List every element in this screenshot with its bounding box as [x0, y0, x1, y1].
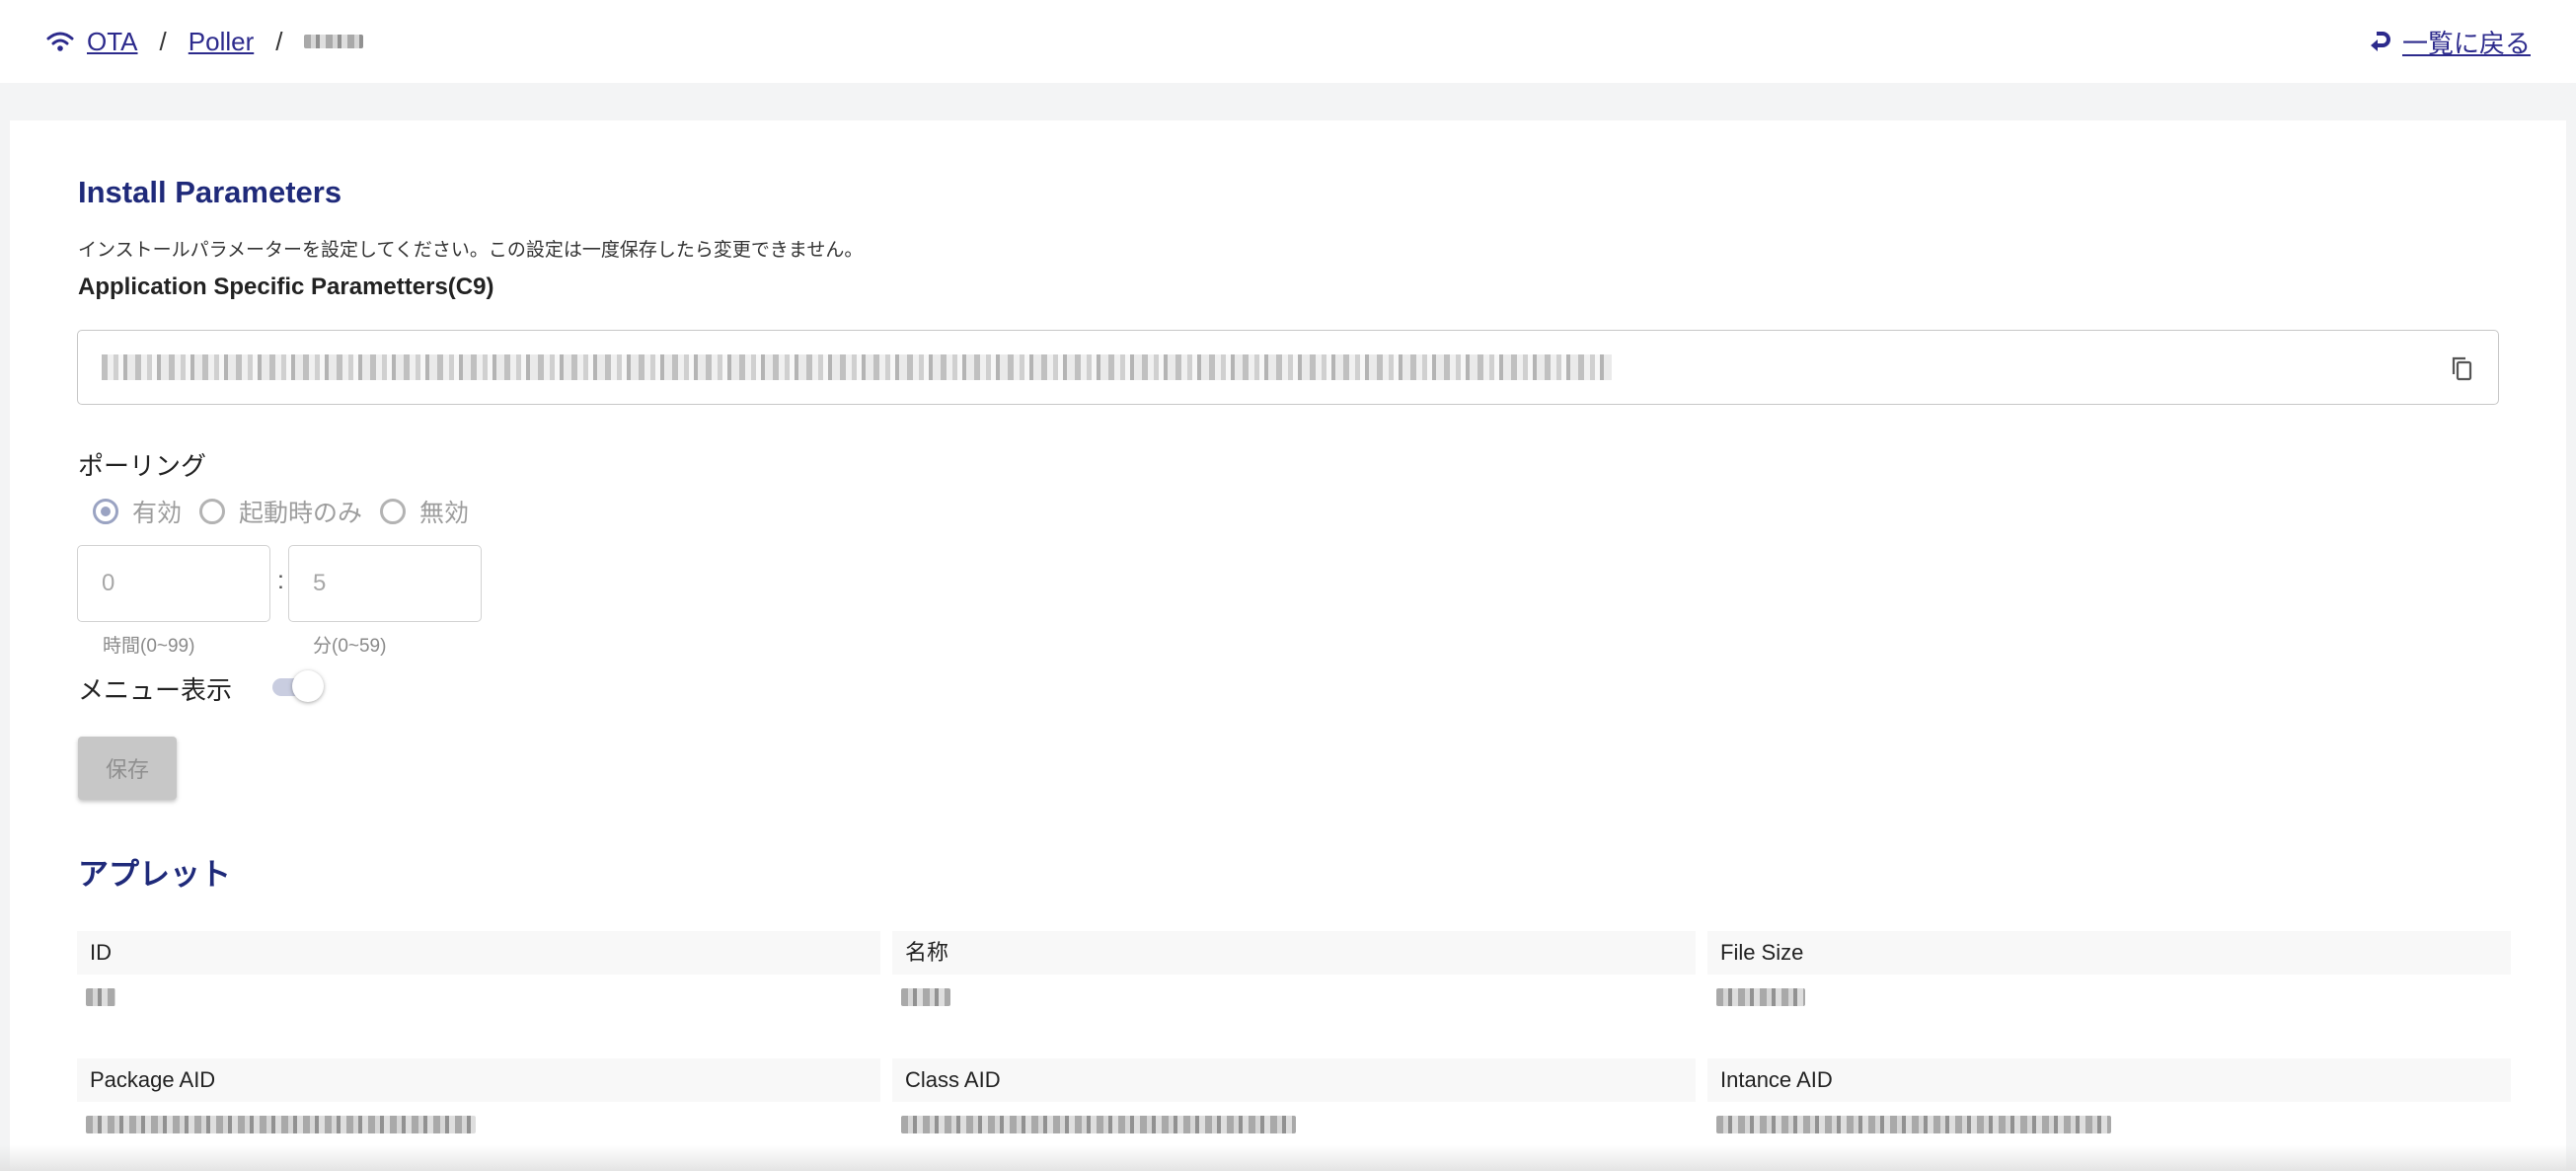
applet-field-name: 名称	[892, 931, 1696, 1011]
field-label: File Size	[1707, 931, 2511, 975]
field-label: Package AID	[77, 1058, 880, 1102]
copy-icon[interactable]	[2449, 354, 2476, 382]
back-to-list[interactable]: 一覧に戻る	[2367, 22, 2531, 61]
radio-indicator	[93, 499, 118, 524]
save-button[interactable]: 保存	[78, 737, 177, 800]
breadcrumb-link-ota[interactable]: OTA	[87, 27, 138, 57]
radio-disabled[interactable]: 無効	[380, 494, 469, 529]
toggle-knob	[292, 670, 324, 702]
applet-field-instance-aid: Intance AID	[1707, 1058, 2511, 1138]
radio-label: 無効	[419, 500, 470, 527]
breadcrumb-link-poller[interactable]: Poller	[189, 27, 254, 57]
return-arrow-icon	[2370, 32, 2390, 51]
field-value-redacted	[1716, 1116, 2111, 1133]
radio-label: 起動時のみ	[239, 500, 363, 527]
applet-field-class-aid: Class AID	[892, 1058, 1696, 1138]
radio-indicator	[380, 499, 407, 524]
time-colon: :	[277, 567, 284, 594]
breadcrumb-current-redacted	[304, 35, 364, 48]
applet-field-file-size: File Size	[1707, 931, 2511, 1011]
applet-field-package-aid: Package AID	[77, 1058, 880, 1138]
radio-enabled[interactable]: 有効	[93, 494, 182, 529]
radio-startup-only[interactable]: 起動時のみ	[199, 494, 362, 529]
bottom-scroll-shadow	[0, 1145, 2576, 1171]
applet-field-id: ID	[77, 931, 880, 1011]
field-label: Class AID	[892, 1058, 1696, 1102]
hours-input[interactable]: 0	[77, 545, 270, 622]
radio-indicator	[199, 499, 226, 524]
param-field[interactable]	[77, 330, 2499, 405]
breadcrumb: OTA / Poller /	[45, 22, 364, 61]
minutes-hint: 分(0~59)	[313, 636, 387, 657]
install-parameters-title: Install Parameters	[78, 175, 342, 209]
field-value-redacted	[1716, 988, 1805, 1006]
field-value-redacted	[901, 988, 950, 1006]
menu-display-label: メニュー表示	[78, 675, 233, 705]
hours-hint: 時間(0~99)	[103, 636, 195, 657]
wifi-icon	[46, 32, 74, 51]
field-value-redacted	[86, 988, 115, 1006]
polling-radio-group: 有効 起動時のみ 無効	[93, 494, 487, 529]
field-label: Intance AID	[1707, 1058, 2511, 1102]
param-label: Application Specific Parametters(C9)	[78, 273, 494, 300]
back-to-list-link[interactable]: 一覧に戻る	[2402, 24, 2531, 60]
field-value-redacted	[901, 1116, 1296, 1133]
menu-display-toggle[interactable]	[261, 667, 324, 705]
main-card: Install Parameters インストールパラメーターを設定してください…	[10, 120, 2566, 1171]
polling-label: ポーリング	[78, 451, 207, 481]
field-value-redacted	[86, 1116, 476, 1133]
breadcrumb-separator: /	[275, 26, 283, 56]
applet-title: アプレット	[78, 857, 231, 892]
top-bar: OTA / Poller / 一覧に戻る	[0, 0, 2576, 83]
minutes-input[interactable]: 5	[288, 545, 482, 622]
breadcrumb-separator: /	[159, 26, 167, 56]
param-value-redacted	[102, 354, 1612, 380]
radio-label: 有効	[132, 500, 183, 527]
field-label: 名称	[892, 931, 1696, 975]
field-label: ID	[77, 931, 880, 975]
install-description: インストールパラメーターを設定してください。この設定は一度保存したら変更できませ…	[78, 240, 864, 261]
